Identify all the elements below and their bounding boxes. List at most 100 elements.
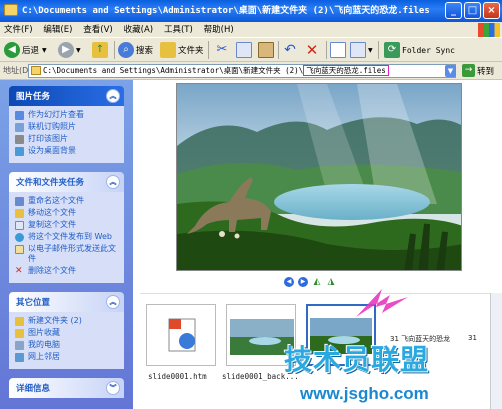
menu-view[interactable]: 查看(V): [79, 22, 116, 38]
computer-icon: [15, 341, 24, 350]
details-header[interactable]: 详细信息 ︾: [9, 378, 124, 398]
collapse-chevron-icon[interactable]: ︽: [106, 89, 120, 103]
watermark-logo: 技术员联盟: [284, 343, 430, 376]
menu-tools[interactable]: 工具(T): [160, 22, 197, 38]
place-label: 图片收藏: [28, 328, 60, 337]
chevron-down-icon[interactable]: ▼: [76, 47, 81, 54]
next-image-icon[interactable]: ▶: [298, 277, 308, 287]
menu-favorites[interactable]: 收藏(A): [120, 22, 157, 38]
collapse-chevron-icon[interactable]: ︽: [106, 175, 120, 189]
move-icon: [15, 209, 24, 218]
menu-edit[interactable]: 编辑(E): [39, 22, 76, 38]
folders-button[interactable]: 文件夹: [160, 40, 204, 60]
folder-sync-button[interactable]: ⟳ Folder Sync: [384, 40, 455, 60]
other-places-panel: 其它位置 ︽ 新建文件夹 (2) 图片收藏 我的电脑 网上邻居: [9, 292, 124, 369]
properties-button[interactable]: [330, 40, 348, 60]
other-places-body: 新建文件夹 (2) 图片收藏 我的电脑 网上邻居: [9, 312, 124, 369]
address-input[interactable]: C:\Documents and Settings\Administrator\…: [28, 64, 456, 78]
folders-label: 文件夹: [178, 46, 204, 56]
address-dropdown-icon[interactable]: ▼: [445, 65, 456, 77]
delete-button[interactable]: ✕: [304, 40, 322, 60]
toolbar-separator: [326, 41, 327, 59]
paste-button[interactable]: [258, 40, 276, 60]
expand-chevron-icon[interactable]: ︾: [106, 381, 120, 395]
folder-icon: [4, 4, 18, 16]
task-label: 复制这个文件: [28, 220, 76, 229]
views-button[interactable]: ▼: [350, 40, 373, 60]
place-my-computer[interactable]: 我的电脑: [15, 340, 118, 350]
folder-sync-label: Folder Sync: [402, 45, 455, 55]
search-icon: ⌕: [118, 42, 134, 58]
details-title: 详细信息: [16, 384, 51, 394]
properties-icon: [330, 42, 346, 58]
views-icon: [350, 42, 366, 58]
image-preview: [176, 83, 462, 271]
up-folder-icon: ↑: [92, 42, 108, 58]
paste-icon: [258, 42, 274, 58]
toolbar-separator: [278, 41, 279, 59]
place-my-pictures[interactable]: 图片收藏: [15, 328, 118, 338]
slideshow-icon: [15, 111, 24, 120]
task-delete[interactable]: ✕ 删除这个文件: [15, 266, 118, 276]
task-publish-web[interactable]: 将这个文件发布到 Web: [15, 232, 118, 242]
folder-icon: [15, 317, 24, 326]
place-network[interactable]: 网上邻居: [15, 352, 118, 362]
file-tasks-body: 重命名这个文件 移动这个文件 复制这个文件 将这个文件发布到 Web 以电子邮件…: [9, 192, 124, 283]
forward-arrow-icon: ▶: [58, 42, 74, 58]
other-places-header[interactable]: 其它位置 ︽: [9, 292, 124, 312]
menu-file[interactable]: 文件(F): [0, 22, 37, 38]
rotate-right-icon[interactable]: ◮: [326, 277, 336, 287]
title-bar: C:\Documents and Settings\Administrator\…: [0, 0, 502, 22]
undo-button[interactable]: ↶: [282, 40, 300, 60]
file-tasks-panel: 文件和文件夹任务 ︽ 重命名这个文件 移动这个文件 复制这个文件 将这个文件发布…: [9, 172, 124, 283]
task-label: 将这个文件发布到 Web: [28, 232, 112, 241]
network-icon: [15, 353, 24, 362]
window-title: C:\Documents and Settings\Administrator\…: [22, 6, 430, 16]
up-folder-button[interactable]: ↑: [92, 40, 110, 60]
toolbar-separator: [114, 41, 115, 59]
chevron-down-icon[interactable]: ▼: [42, 47, 47, 54]
toolbar-separator: [378, 41, 379, 59]
rotate-left-icon[interactable]: ◭: [312, 277, 322, 287]
go-label: 转到: [477, 66, 495, 77]
task-email[interactable]: 以电子邮件形式发送此文件: [15, 244, 118, 264]
task-move[interactable]: 移动这个文件: [15, 208, 118, 218]
forward-button[interactable]: ▶ ▼: [58, 40, 81, 60]
task-label: 联机订购照片: [28, 122, 76, 131]
place-parent-folder[interactable]: 新建文件夹 (2): [15, 316, 118, 326]
file-tasks-header[interactable]: 文件和文件夹任务 ︽: [9, 172, 124, 192]
back-button[interactable]: ◀ 后退 ▼: [4, 40, 47, 60]
task-rename[interactable]: 重命名这个文件: [15, 196, 118, 206]
vertical-scrollbar[interactable]: [490, 293, 502, 409]
dinosaur-landscape-image: [177, 84, 461, 270]
maximize-button[interactable]: □: [464, 2, 481, 19]
task-slideshow[interactable]: 作为幻灯片查看: [15, 110, 118, 120]
folder-icon: [31, 66, 41, 75]
search-button[interactable]: ⌕ 搜索: [118, 40, 153, 60]
task-label: 以电子邮件形式发送此文件: [28, 244, 116, 263]
thumbnail-htm[interactable]: [146, 304, 216, 366]
place-label: 我的电脑: [28, 340, 60, 349]
picture-tasks-header[interactable]: 图片任务 ︽: [9, 86, 124, 106]
task-copy[interactable]: 复制这个文件: [15, 220, 118, 230]
task-order-prints[interactable]: 联机订购照片: [15, 122, 118, 132]
close-button[interactable]: ×: [483, 2, 500, 19]
address-path-highlight: 飞向蓝天的恐龙.files: [303, 65, 389, 76]
globe-icon: [15, 233, 24, 242]
task-label: 打印该图片: [28, 134, 68, 143]
windows-logo-icon: [478, 23, 500, 37]
menu-help[interactable]: 帮助(H): [200, 22, 238, 38]
chevron-down-icon[interactable]: ▼: [368, 47, 373, 54]
collapse-chevron-icon[interactable]: ︽: [106, 295, 120, 309]
thumbnail-label: slide0001.htm: [148, 372, 207, 381]
task-print[interactable]: 打印该图片: [15, 134, 118, 144]
go-button[interactable]: → 转到: [462, 64, 494, 77]
copy-icon: [236, 42, 252, 58]
annotation-arrow-icon: [356, 289, 408, 317]
delete-x-icon: ✕: [305, 41, 319, 59]
minimize-button[interactable]: _: [445, 2, 462, 19]
copy-button[interactable]: [236, 40, 254, 60]
cut-button[interactable]: ✂: [214, 40, 232, 60]
task-set-background[interactable]: 设为桌面背景: [15, 146, 118, 156]
previous-image-icon[interactable]: ◀: [284, 277, 294, 287]
